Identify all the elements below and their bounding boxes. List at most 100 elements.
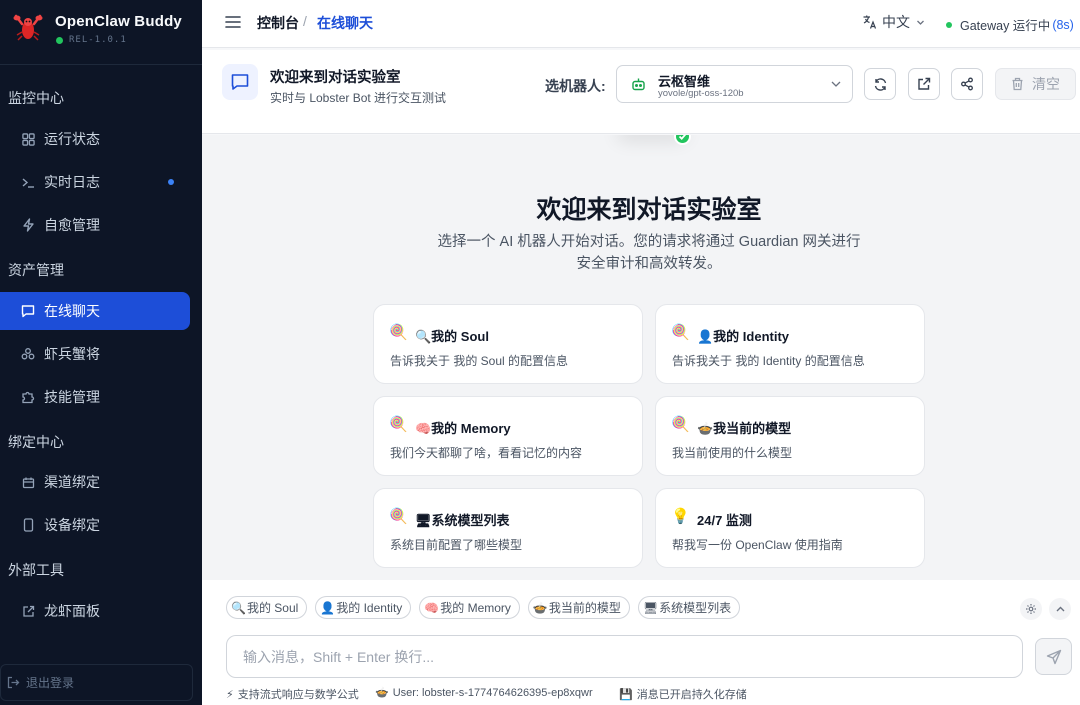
phone-icon [20,517,36,533]
message-input[interactable] [226,635,1023,678]
floppy-disk-icon: 💾 [619,688,633,701]
send-button[interactable] [1035,638,1072,675]
sidebar-item-device[interactable]: 设备绑定 [0,506,190,544]
sidebar-item-label: 自愈管理 [44,217,100,233]
external-link-icon [918,77,931,90]
chat-header-title: 欢迎来到对话实验室 [270,70,401,86]
quick-chip-current-model[interactable]: 🍲 我当前的模型 [527,596,630,619]
quick-chip-soul[interactable]: 🔍 我的 Soul [226,596,308,619]
robot-model: yovole/gpt-oss-120b [658,88,744,99]
sidebar-item-label: 设备绑定 [44,517,100,533]
send-icon [1046,649,1061,664]
logout-button[interactable]: 退出登录 [0,664,193,701]
breadcrumb-separator: / [303,13,307,29]
clear-button[interactable]: 清空 [995,68,1076,100]
menu-icon[interactable] [224,13,242,31]
sidebar-item-lobster-panel[interactable]: 龙虾面板 [0,592,190,630]
sidebar-item-label: 虾兵蟹将 [44,346,100,362]
lollipop-icon: 🍭 [671,416,690,433]
robot-select[interactable]: 云枢智维 yovole/gpt-oss-120b [616,65,853,103]
sidebar: OpenClaw Buddy REL-1.0.1 监控中心 运行状态 实时日志 … [0,0,202,705]
sidebar-item-chat[interactable]: 在线聊天 [0,292,190,330]
bolt-icon: ⚡ [226,688,234,701]
suggestion-card-title: 👤我的 Identity [697,329,790,344]
lollipop-icon: 🍭 [389,416,408,433]
bolt-icon [20,217,36,233]
language-switcher[interactable]: 中文 [862,12,925,32]
composer: 🔍 我的 Soul 👤 我的 Identity 🧠 我的 Memory 🍲 我当前的模型… [202,580,1080,705]
quick-chip-label: 我的 Memory [440,601,511,615]
settings-button[interactable] [1020,598,1042,620]
translate-icon [862,14,878,30]
suggestion-card-memory[interactable]: 🍭 🧠我的 Memory 我们今天都聊了啥，看看记忆的内容 [373,396,643,476]
sidebar-item-label: 实时日志 [44,174,100,190]
sidebar-item-logs[interactable]: 实时日志 [0,163,190,201]
terminal-icon [20,174,36,190]
calendar-icon [20,474,36,490]
gear-icon [1026,604,1036,614]
footer-text: 消息已开启持久化存储 [636,689,747,701]
chat-header-subtitle: 实时与 Lobster Bot 进行交互测试 [270,91,447,105]
gateway-status: Gateway 运行中 (8s) [946,15,1074,34]
suggestion-card-soul[interactable]: 🍭 🔍我的 Soul 告诉我关于 我的 Soul 的配置信息 [373,304,643,384]
external-link-icon [20,603,36,619]
chat-welcome-area: 欢迎来到对话实验室 选择一个 AI 机器人开始对话。您的请求将通过 Guardi… [202,135,1080,580]
welcome-subtitle: 选择一个 AI 机器人开始对话。您的请求将通过 Guardian 网关进行安全审… [437,234,861,272]
section-assets: 资产管理 [8,262,64,278]
sidebar-item-label: 龙虾面板 [44,603,100,619]
sidebar-item-label: 技能管理 [44,389,100,405]
chat-header: 欢迎来到对话实验室 实时与 Lobster Bot 进行交互测试 选机器人: 云… [202,50,1080,134]
sidebar-item-team[interactable]: 虾兵蟹将 [0,335,190,373]
suggestion-card-model-list[interactable]: 🍭 🖥系统模型列表 系统目前配置了哪些模型 [373,488,643,568]
open-external-button[interactable] [908,68,940,100]
suggestion-card-title: 🍲我当前的模型 [697,421,792,436]
refresh-button[interactable] [864,68,896,100]
pot-icon: 🍲 [532,600,548,615]
quick-chip-label: 我的 Soul [246,601,299,615]
lobster-logo-icon [13,14,43,41]
language-label: 中文 [882,14,910,30]
lollipop-icon: 🍭 [389,324,408,341]
suggestion-card-desc: 帮我写一份 OpenClaw 使用指南 [672,538,843,552]
status-dot [56,37,63,44]
chat-icon [231,74,249,90]
gateway-status-label: Gateway 运行中 [960,19,1051,33]
quick-chip-identity[interactable]: 👤 我的 Identity [315,596,412,619]
breadcrumb-console[interactable]: 控制台 [257,13,299,33]
person-icon: 👤 [320,600,336,615]
sidebar-item-selfheal[interactable]: 自愈管理 [0,206,190,244]
suggestion-card-identity[interactable]: 🍭 👤我的 Identity 告诉我关于 我的 Identity 的配置信息 [655,304,925,384]
sidebar-item-status[interactable]: 运行状态 [0,120,190,158]
clear-label: 清空 [1032,76,1060,92]
version-label: REL-1.0.1 [69,35,127,45]
suggestion-card-desc: 系统目前配置了哪些模型 [390,538,523,552]
chevron-down-icon [916,18,925,27]
share-button[interactable] [951,68,983,100]
chat-icon [20,303,36,319]
footer-text: 支持流式响应与数学公式 [237,689,359,701]
welcome-title: 欢迎来到对话实验室 [536,196,762,224]
team-icon [20,346,36,362]
monitor-icon: 🖥 [642,600,659,615]
quick-chip-memory[interactable]: 🧠 我的 Memory [419,596,520,619]
check-icon [674,135,691,145]
quick-chip-label: 系统模型列表 [659,601,732,615]
lollipop-icon: 🍭 [671,324,690,341]
suggestion-card-desc: 我当前使用的什么模型 [672,446,793,460]
pot-icon: 🍲 [375,687,389,699]
lollipop-icon: 🍭 [389,508,408,525]
suggestion-card-title: 24/7 监测 [697,513,752,528]
suggestion-card-current-model[interactable]: 🍭 🍲我当前的模型 我当前使用的什么模型 [655,396,925,476]
sidebar-item-label: 在线聊天 [44,303,100,319]
refresh-icon [874,77,886,91]
quick-chip-model-list[interactable]: 🖥 系统模型列表 [637,596,741,619]
sidebar-item-skills[interactable]: 技能管理 [0,378,190,416]
section-monitor: 监控中心 [8,90,64,106]
suggestion-card-monitor[interactable]: 💡 24/7 监测 帮我写一份 OpenClaw 使用指南 [655,488,925,568]
collapse-button[interactable] [1049,598,1071,620]
sidebar-item-label: 渠道绑定 [44,474,100,490]
sidebar-item-channel[interactable]: 渠道绑定 [0,463,190,501]
grid-icon [20,131,36,147]
sidebar-item-label: 运行状态 [44,131,100,147]
lightbulb-icon: 💡 [671,508,690,525]
